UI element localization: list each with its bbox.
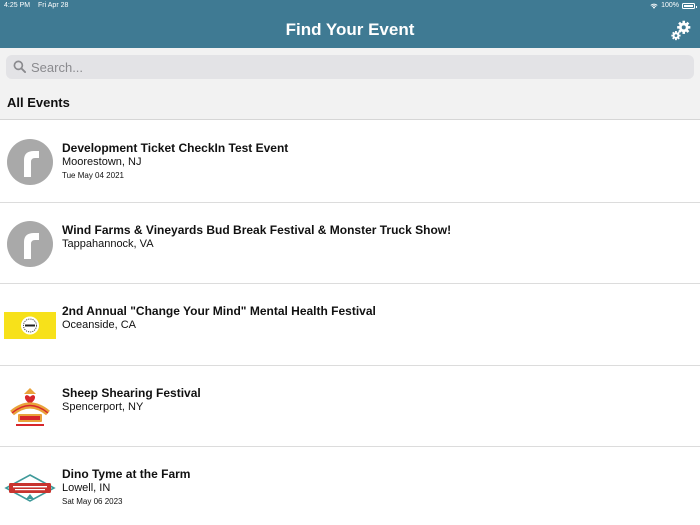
default-logo-icon	[7, 139, 53, 185]
event-title: Dino Tyme at the Farm	[62, 467, 191, 481]
page-title: Find Your Event	[285, 20, 415, 39]
status-time: 4:25 PM	[4, 2, 31, 9]
event-row[interactable]: Sheep Shearing Festival Spencerport, NY	[0, 365, 700, 447]
battery-icon	[682, 3, 697, 9]
event-date: Sat May 06 2023	[62, 497, 123, 506]
event-title: Wind Farms & Vineyards Bud Break Festiva…	[62, 222, 452, 237]
battery-percent: 100%	[661, 2, 679, 9]
gear-icon[interactable]	[670, 20, 692, 42]
status-date: Fri Apr 28	[38, 2, 69, 9]
yellow-event-banner-icon	[4, 312, 56, 339]
default-logo-icon	[7, 220, 53, 267]
event-location: Spencerport, NY	[62, 400, 144, 413]
event-row[interactable]: Wind Farms & Vineyards Bud Break Festiva…	[0, 202, 700, 284]
harvest-tyme-logo-icon	[4, 474, 56, 502]
event-location: Tappahannock, VA	[62, 237, 154, 250]
event-list: Development Ticket CheckIn Test Event Mo…	[0, 121, 700, 525]
event-title: Development Ticket CheckIn Test Event	[62, 141, 289, 155]
event-location: Lowell, IN	[62, 482, 111, 494]
wifi-icon	[650, 3, 658, 9]
event-location: Oceanside, CA	[62, 319, 136, 331]
event-location: Moorestown, NJ	[62, 156, 142, 168]
farm-logo-icon	[10, 387, 50, 426]
status-bar: 4:25 PM Fri Apr 28 100%	[0, 0, 700, 12]
event-date: Tue May 04 2021	[62, 171, 124, 180]
event-title: Sheep Shearing Festival	[62, 385, 201, 400]
event-title: 2nd Annual "Change Your Mind" Mental Hea…	[62, 304, 376, 318]
event-row[interactable]: Dino Tyme at the Farm Lowell, IN Sat May…	[0, 447, 700, 525]
event-row[interactable]: Development Ticket CheckIn Test Event Mo…	[0, 121, 700, 203]
nav-bar: Find Your Event	[0, 12, 700, 48]
search-icon	[13, 60, 26, 73]
event-row[interactable]: 2nd Annual "Change Your Mind" Mental Hea…	[0, 284, 700, 366]
search-input[interactable]	[31, 55, 686, 79]
search-box[interactable]	[6, 55, 694, 79]
search-bar	[0, 48, 700, 86]
section-header: All Events	[0, 86, 700, 120]
